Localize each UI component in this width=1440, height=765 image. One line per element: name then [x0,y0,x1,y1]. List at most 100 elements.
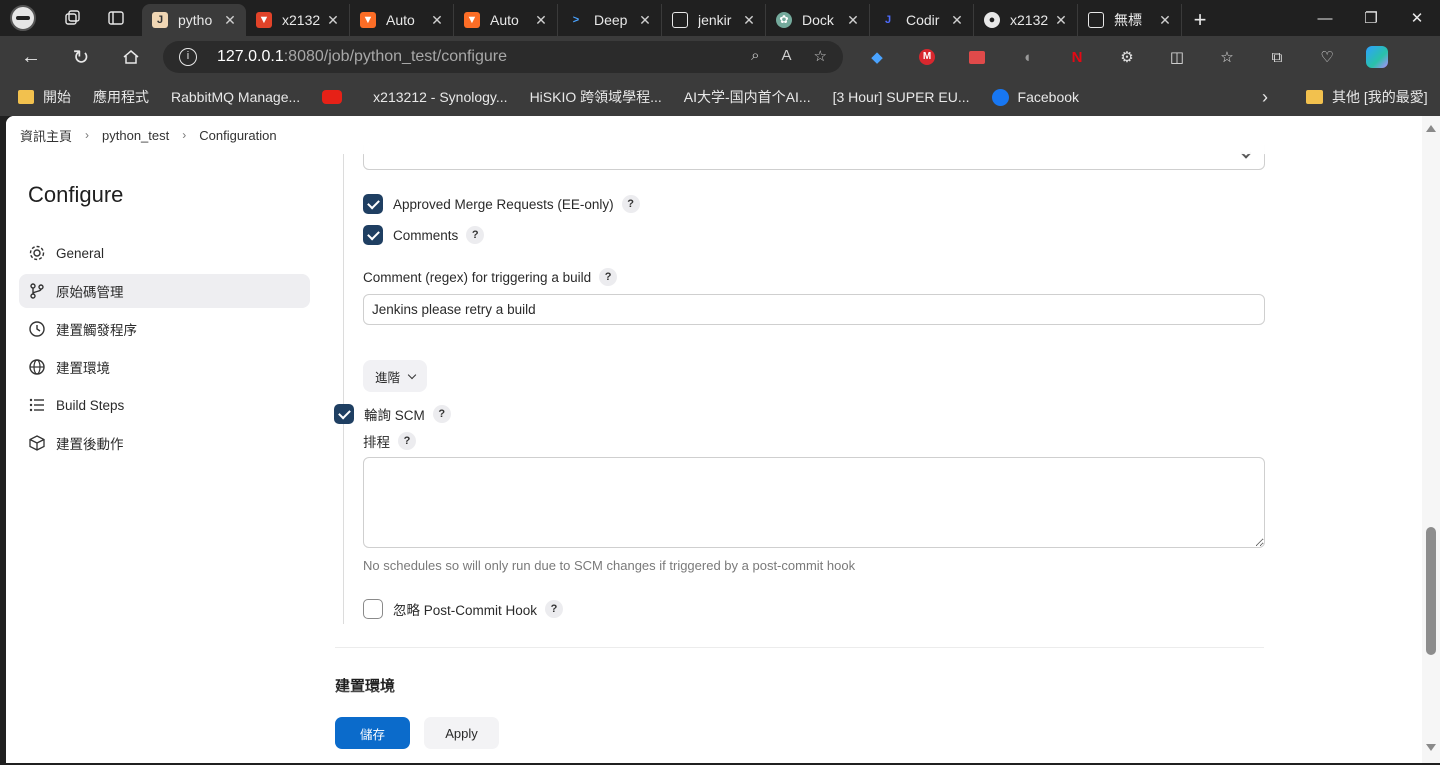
tab-untitled[interactable]: 無標 ✕ [1078,4,1182,36]
save-button[interactable]: 儲存 [335,717,410,749]
scrollbar[interactable] [1422,116,1440,763]
sidebar-item-build-triggers[interactable]: 建置觸發程序 [19,312,310,346]
schedule-textarea[interactable] [363,457,1265,548]
bookmark-youtube[interactable] [322,90,351,104]
tab-chatgpt[interactable]: ✿ Dock ✕ [766,4,870,36]
close-icon[interactable]: ✕ [533,12,549,29]
bookmark-label: [3 Hour] SUPER EU... [832,89,970,105]
tab-github[interactable]: ● x2132 ✕ [974,4,1078,36]
read-aloud-icon[interactable]: A [782,47,792,65]
extensions-icon[interactable]: ⚙ [1102,36,1152,78]
tab-actions-icon[interactable] [94,0,138,36]
tab-python-test[interactable]: J pytho ✕ [142,4,246,36]
bookmark-label: RabbitMQ Manage... [171,89,301,105]
tab-title: 無標 [1114,12,1142,28]
bookmark-label: Facebook [1017,89,1080,105]
close-icon[interactable]: ✕ [845,12,861,29]
favorite-star-icon[interactable]: ☆ [814,47,827,65]
chevron-right-icon[interactable]: › [1262,78,1268,116]
profile-avatar[interactable] [10,5,36,31]
split-screen-icon[interactable]: ◫ [1152,36,1202,78]
poll-scm-label: 輪詢 SCM [364,408,425,423]
restore-icon[interactable]: ❐ [1348,0,1394,36]
home-icon[interactable] [106,36,156,78]
jenkins-icon: J [152,12,168,28]
close-window-icon[interactable]: ✕ [1394,0,1440,36]
help-icon[interactable]: ? [599,268,618,286]
tab-jenkins-doc[interactable]: jenkir ✕ [662,4,766,36]
close-icon[interactable]: ✕ [741,12,757,29]
schedule-label-row: 排程 ? [363,431,416,451]
gear-icon [29,245,45,261]
breadcrumb-job[interactable]: python_test [102,128,169,143]
bookmark-ai-university[interactable]: AI大学-国内首个AI... [6,87,811,211]
bookmark-synology[interactable]: x213212 - Synology... [6,89,508,211]
sidebar-item-build-steps[interactable]: Build Steps [19,388,310,422]
diamond-extension-icon[interactable]: ◆ [852,36,902,78]
help-icon[interactable]: ? [398,432,416,450]
bookmark-other-favorites[interactable]: 其他 [我的最愛] [1306,78,1428,116]
breadcrumb-dashboard[interactable]: 資訊主頁 [20,126,72,145]
close-icon[interactable]: ✕ [222,12,238,29]
close-icon[interactable]: ✕ [429,12,445,29]
poll-scm-row: 輪詢 SCM ? [334,404,451,424]
deepl-icon: > [572,14,580,26]
breadcrumb: 資訊主頁 › python_test › Configuration [20,116,277,154]
sidebar-item-source-code-management[interactable]: 原始碼管理 [19,274,310,308]
breadcrumb-configuration[interactable]: Configuration [199,128,276,143]
close-icon[interactable]: ✕ [949,12,965,29]
performance-icon[interactable]: ♡ [1302,36,1352,78]
favorites-icon[interactable]: ☆ [1202,36,1252,78]
help-icon[interactable]: ? [545,600,564,618]
copilot-icon[interactable] [1352,36,1402,78]
tab-coding[interactable]: J Codir ✕ [870,4,974,36]
refresh-icon[interactable]: ↻ [56,36,106,78]
help-icon[interactable]: ? [621,195,640,213]
bookmark-hiskio[interactable]: HiSKIO 跨領域學程... [6,87,662,211]
tab-gitlab-3[interactable]: ▼ Auto ✕ [454,4,558,36]
collections-icon[interactable]: ⧉ [1252,36,1302,78]
apply-button[interactable]: Apply [424,717,499,749]
close-icon[interactable]: ✕ [1157,12,1173,29]
sidebar-item-build-environment[interactable]: 建置環境 [19,350,310,384]
sidebar-item-post-build-actions[interactable]: 建置後動作 [19,426,310,460]
mouse-extension-icon[interactable]: ◖ [1002,36,1052,78]
minimize-icon[interactable]: — [1302,0,1348,36]
bookmark-start[interactable]: 開始 [18,87,71,107]
close-icon[interactable]: ✕ [1053,12,1069,29]
mega-extension-icon[interactable]: M [902,36,952,78]
bookmark-apps[interactable]: 應用程式 [6,87,149,211]
help-icon[interactable]: ? [466,226,485,244]
scroll-up-arrow-icon[interactable] [1426,125,1436,132]
scroll-down-arrow-icon[interactable] [1426,744,1436,751]
back-icon[interactable]: ← [6,36,56,78]
site-info-icon[interactable]: i [179,48,197,66]
poll-scm-checkbox[interactable] [334,404,354,424]
bookmark-facebook[interactable]: Facebook [991,88,1080,106]
tab-gitlab-1[interactable]: ▼ x2132 ✕ [246,4,350,36]
advanced-button[interactable]: 進階 [363,360,427,392]
url-input[interactable]: i 127.0.0.1:8080/job/python_test/configu… [163,41,843,73]
tab-title: Auto [386,12,415,28]
bookmark-rabbitmq[interactable]: RabbitMQ Manage... [6,89,301,211]
scrollbar-thumb[interactable] [1426,527,1436,655]
workspaces-icon[interactable] [50,0,94,36]
comments-checkbox[interactable] [363,225,383,245]
bookmark-super-eu[interactable]: [3 Hour] SUPER EU... [6,89,970,211]
ignore-post-commit-hook-checkbox[interactable] [363,599,383,619]
ignore-post-commit-hook-label: 忽略 Post-Commit Hook [393,603,538,618]
tab-title: Codir [906,12,940,28]
new-tab-button[interactable]: + [1182,4,1218,36]
screenshot-extension-icon[interactable] [952,36,1002,78]
approved-merge-requests-checkbox[interactable] [363,194,383,214]
tab-gitlab-2[interactable]: ▼ Auto ✕ [350,4,454,36]
help-icon[interactable]: ? [432,405,451,423]
sidebar-item-general[interactable]: General [19,236,310,270]
close-icon[interactable]: ✕ [325,12,341,29]
comment-regex-input[interactable] [363,294,1265,325]
zoom-icon[interactable]: ⌕ [751,47,759,65]
close-icon[interactable]: ✕ [637,12,653,29]
tab-title: x2132 [1010,12,1049,28]
tab-deepl[interactable]: > Deep ✕ [558,4,662,36]
netflix-extension-icon[interactable]: N [1052,36,1102,78]
